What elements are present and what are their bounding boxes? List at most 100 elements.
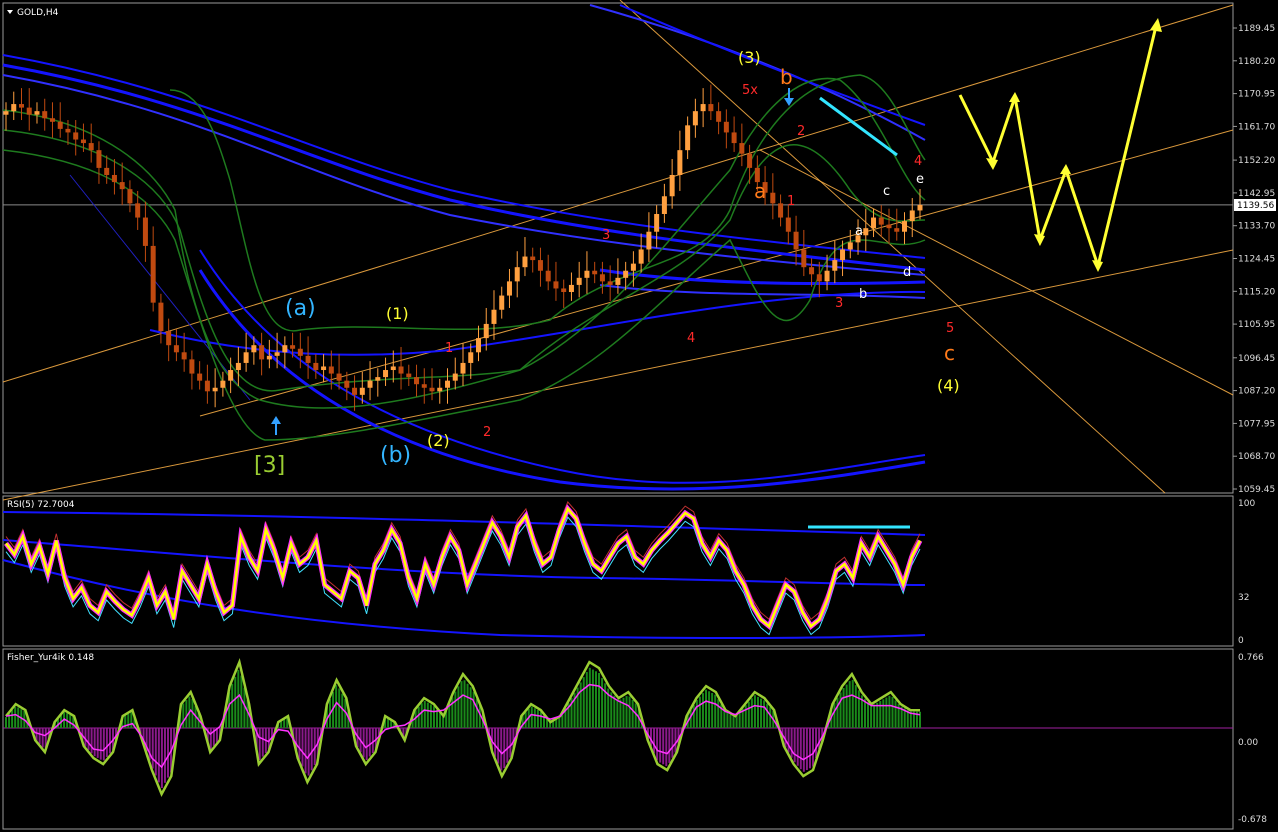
candle-body bbox=[847, 242, 853, 250]
candle-body bbox=[375, 377, 381, 381]
price-tick-label: 1142.95 bbox=[1238, 189, 1275, 199]
candle-body bbox=[739, 143, 745, 154]
candle-body bbox=[321, 366, 327, 371]
red-2-a: 2 bbox=[483, 425, 491, 440]
candle-body bbox=[917, 204, 923, 211]
candle-body bbox=[259, 345, 265, 360]
candle-body bbox=[537, 260, 543, 271]
candle-body bbox=[886, 224, 892, 229]
candle-body bbox=[561, 288, 567, 293]
candle-body bbox=[669, 174, 675, 197]
candle-body bbox=[34, 111, 40, 115]
price-tick-label: 1161.70 bbox=[1238, 122, 1275, 132]
candle-body bbox=[445, 380, 451, 388]
wave-3-green: [3] bbox=[254, 453, 285, 478]
candle-body bbox=[421, 384, 427, 388]
price-tick-label: 1087.20 bbox=[1238, 387, 1275, 397]
candle-body bbox=[251, 345, 257, 353]
candle-body bbox=[328, 366, 334, 374]
candle-body bbox=[661, 196, 667, 214]
fisher-axis-zero: 0.00 bbox=[1238, 738, 1258, 748]
candle-body bbox=[809, 267, 815, 275]
candle-body bbox=[429, 387, 435, 392]
candle-body bbox=[871, 217, 877, 229]
red-3-b: 3 bbox=[835, 296, 843, 311]
candle-body bbox=[3, 111, 9, 115]
price-tick-label: 1059.45 bbox=[1238, 485, 1275, 495]
candle-body bbox=[623, 270, 629, 278]
candle-body bbox=[801, 249, 807, 268]
candle-body bbox=[228, 370, 234, 381]
candle-body bbox=[824, 270, 830, 282]
price-tick-label: 1115.20 bbox=[1238, 287, 1275, 297]
candle-body bbox=[150, 245, 156, 303]
red-5-b: 5 bbox=[946, 321, 954, 336]
fisher-axis-max: 0.766 bbox=[1238, 653, 1264, 663]
candle-body bbox=[398, 366, 404, 374]
candle-body bbox=[638, 249, 644, 264]
candle-body bbox=[135, 203, 141, 218]
candle-body bbox=[863, 228, 869, 236]
candle-body bbox=[607, 281, 613, 285]
candle-body bbox=[522, 256, 528, 268]
candle-body bbox=[11, 104, 17, 112]
candle-body bbox=[468, 352, 474, 363]
candle-body bbox=[297, 348, 303, 356]
red-3-a: 3 bbox=[602, 228, 610, 243]
rsi-axis-100: 100 bbox=[1238, 499, 1255, 509]
candle-body bbox=[414, 377, 420, 385]
candle-body bbox=[127, 189, 133, 204]
candle-body bbox=[654, 213, 660, 232]
red-5x: 5x bbox=[742, 83, 758, 98]
candle-body bbox=[816, 274, 822, 282]
wave-a-cyan: (a) bbox=[285, 296, 316, 321]
rsi-axis-32: 32 bbox=[1238, 593, 1249, 603]
candle-body bbox=[181, 352, 187, 360]
candle-body bbox=[80, 139, 86, 144]
candle-body bbox=[832, 260, 838, 271]
orange-b: b bbox=[780, 65, 793, 89]
candle-body bbox=[909, 210, 915, 222]
candle-body bbox=[158, 302, 164, 332]
candle-body bbox=[894, 228, 900, 232]
candle-body bbox=[96, 150, 102, 168]
candle-body bbox=[282, 345, 288, 353]
price-tick-label: 1096.45 bbox=[1238, 354, 1275, 364]
red-1-a: 1 bbox=[445, 341, 453, 356]
candle-body bbox=[584, 270, 590, 278]
candle-body bbox=[499, 295, 505, 310]
candle-body bbox=[902, 221, 908, 232]
price-tick-label: 1189.45 bbox=[1238, 24, 1275, 34]
price-tick-label: 1180.20 bbox=[1238, 57, 1275, 67]
candle-body bbox=[290, 345, 296, 349]
candle-body bbox=[747, 153, 753, 168]
price-tick-label: 1170.95 bbox=[1238, 90, 1275, 100]
candle-body bbox=[142, 217, 148, 246]
candle-body bbox=[770, 192, 776, 204]
candle-body bbox=[18, 104, 24, 108]
candle-body bbox=[189, 359, 195, 374]
candle-body bbox=[220, 380, 226, 388]
candle-body bbox=[336, 373, 342, 381]
candle-body bbox=[173, 345, 179, 353]
candle-body bbox=[359, 387, 365, 395]
candle-body bbox=[576, 277, 582, 285]
rsi-pane-title: RSI(5) 72.7004 bbox=[7, 500, 75, 510]
candle-body bbox=[793, 231, 799, 250]
white-c: c bbox=[883, 184, 890, 199]
wave-b-cyan: (b) bbox=[380, 443, 411, 468]
candle-body bbox=[42, 111, 48, 119]
candle-body bbox=[778, 203, 784, 218]
candle-body bbox=[568, 284, 574, 293]
candle-body bbox=[840, 249, 846, 261]
candle-body bbox=[553, 281, 559, 289]
fisher-axis-min: -0.678 bbox=[1238, 815, 1267, 825]
candle-body bbox=[49, 118, 55, 122]
fisher-pane-frame bbox=[2, 648, 1234, 830]
candle-body bbox=[878, 217, 884, 225]
candle-body bbox=[437, 387, 443, 392]
candle-body bbox=[592, 270, 598, 275]
fisher-pane-title: Fisher_Yur4ik 0.148 bbox=[7, 653, 94, 663]
candle-body bbox=[716, 111, 722, 122]
candle-body bbox=[530, 256, 536, 261]
